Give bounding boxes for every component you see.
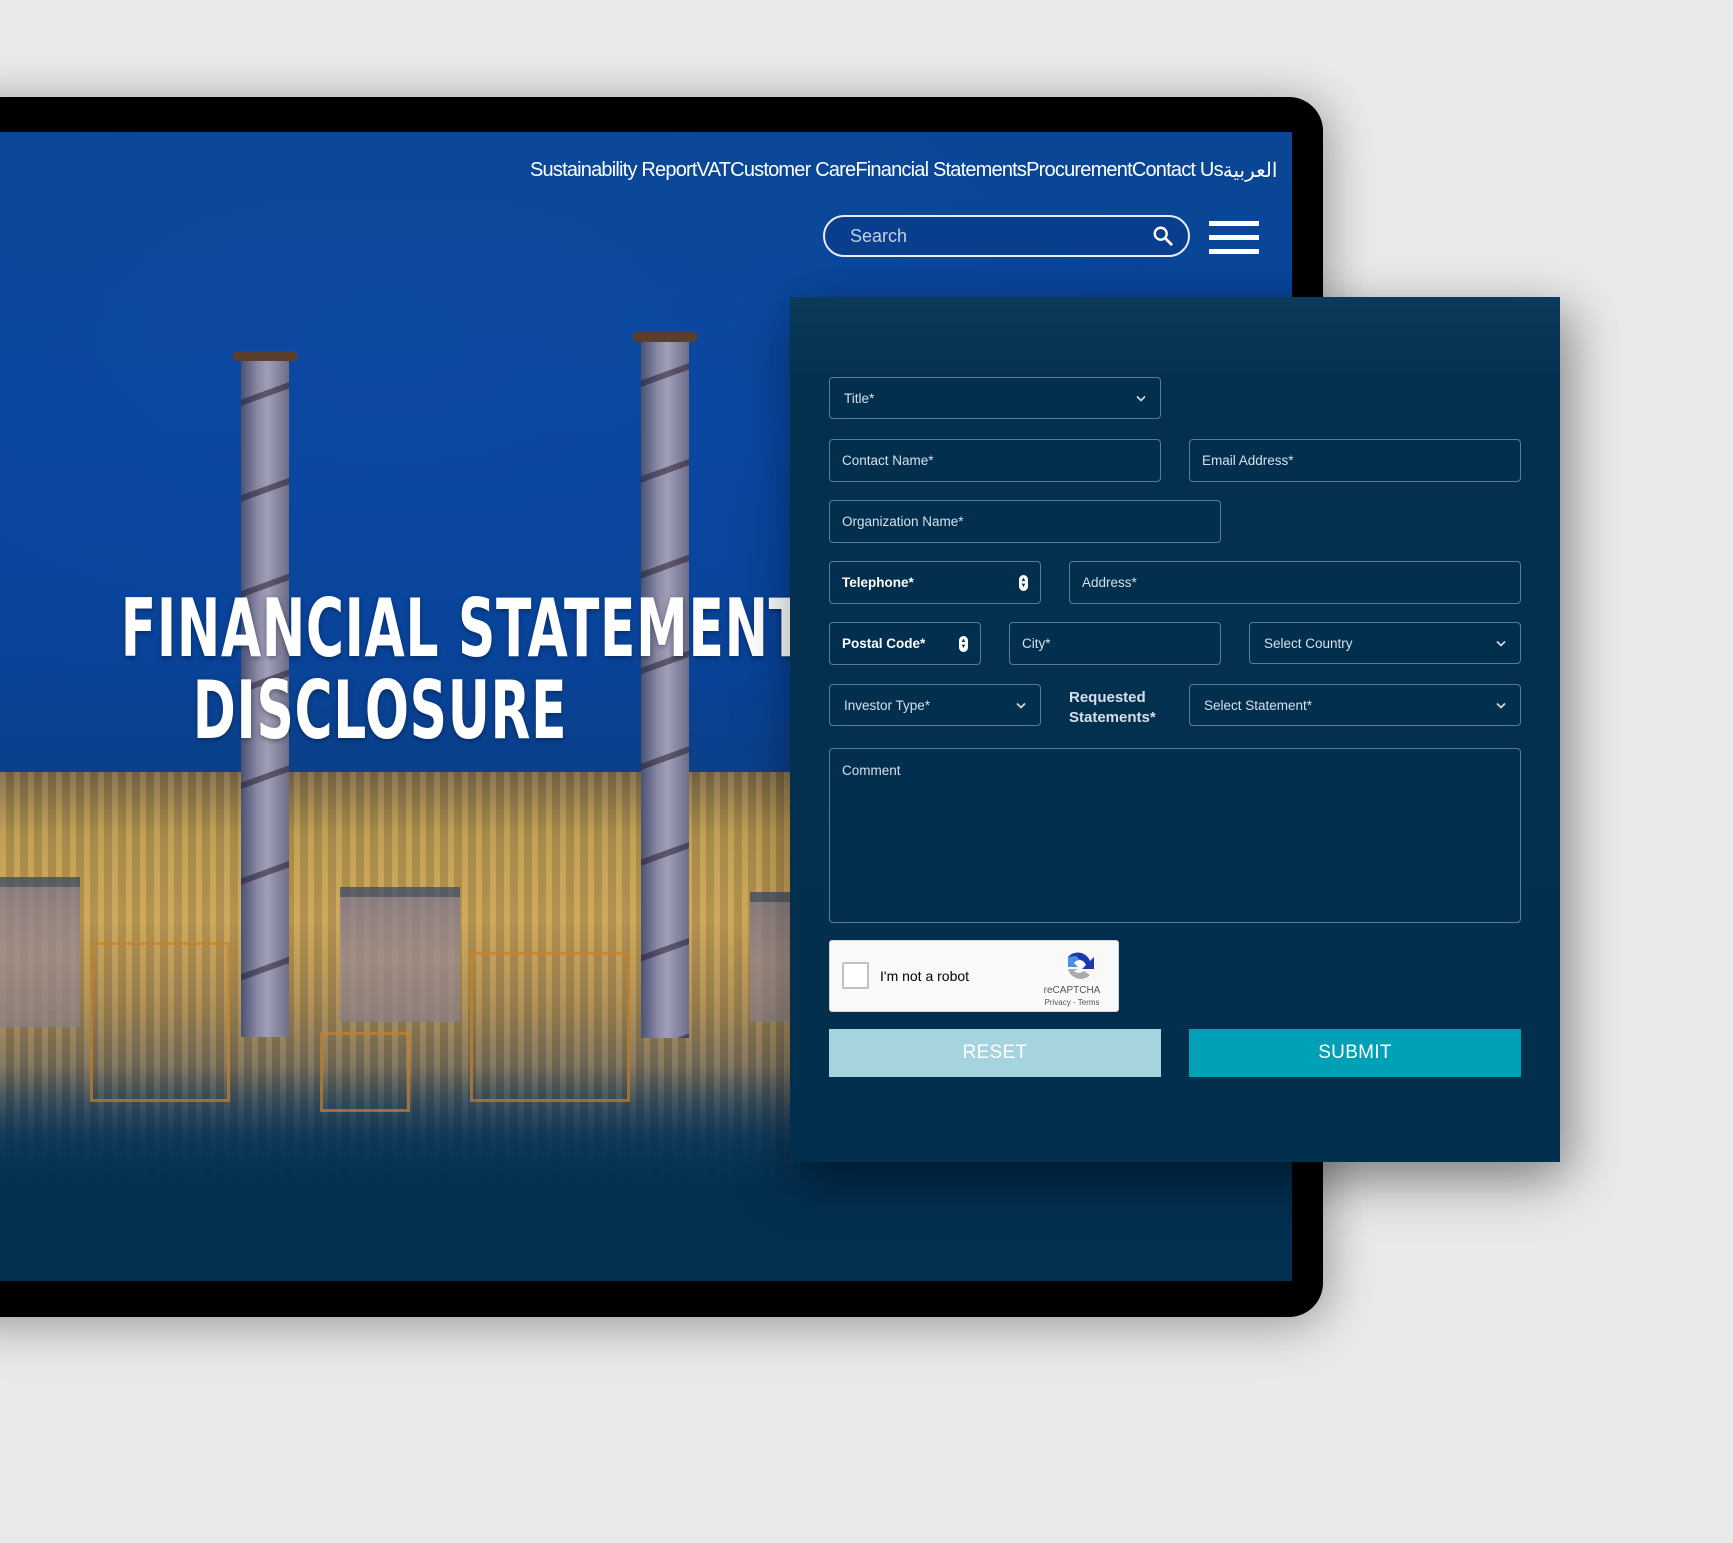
number-spinner-icon[interactable]: ▲ ▼: [959, 635, 968, 652]
plant-building: [0, 877, 80, 1027]
hamburger-menu-icon[interactable]: [1209, 221, 1259, 254]
chevron-down-icon: [1136, 395, 1146, 402]
search-input[interactable]: [850, 225, 1152, 247]
city-input[interactable]: [1022, 636, 1208, 651]
chevron-down-icon: [1016, 702, 1026, 709]
search-box[interactable]: [823, 215, 1190, 257]
organization-name-field[interactable]: [829, 500, 1221, 543]
telephone-input[interactable]: [842, 575, 1019, 590]
title-select-value: Title*: [844, 390, 875, 406]
address-input[interactable]: [1082, 575, 1508, 590]
investor-type-select[interactable]: Investor Type*: [829, 684, 1041, 726]
email-field[interactable]: [1189, 439, 1521, 482]
contact-name-input[interactable]: [842, 453, 1148, 468]
plant-building: [340, 887, 460, 1022]
contact-name-field[interactable]: [829, 439, 1161, 482]
country-select-value: Select Country: [1264, 635, 1353, 651]
plant-scaffold: [90, 942, 230, 1102]
recaptcha-label: I'm not a robot: [880, 968, 970, 984]
investor-type-select-value: Investor Type*: [844, 697, 931, 713]
search-icon[interactable]: [1152, 225, 1174, 247]
chevron-down-icon: [1496, 640, 1506, 647]
number-spinner-icon[interactable]: ▲ ▼: [1019, 574, 1028, 591]
recaptcha-privacy-terms-links[interactable]: Privacy - Terms: [1030, 998, 1114, 1007]
hero-headline: FINANCIAL STATEMENT DISCLOSURE: [20, 582, 805, 757]
reset-button[interactable]: RESET: [829, 1029, 1161, 1077]
organization-name-input[interactable]: [842, 514, 1208, 529]
recaptcha-widget: I'm not a robot reCAPTCHA Privacy - Term…: [829, 940, 1119, 1012]
hero-headline-line2: DISCLOSURE: [192, 664, 568, 757]
nav-link-financial-statements[interactable]: Financial Statements: [855, 159, 1027, 182]
nav-link-sustainability-report[interactable]: Sustainability Report: [530, 159, 697, 182]
statement-select[interactable]: Select Statement*: [1189, 684, 1521, 726]
recaptcha-checkbox[interactable]: [842, 962, 869, 989]
plant-scaffold: [470, 952, 630, 1102]
nav-link-procurement[interactable]: Procurement: [1026, 159, 1133, 182]
requested-statements-label-line2: Statements*: [1069, 709, 1156, 726]
nav-link-customer-care[interactable]: Customer Care: [730, 159, 856, 182]
recaptcha-brand: reCAPTCHA: [1043, 985, 1101, 996]
hamburger-bar: [1209, 235, 1259, 240]
top-navigation: Sustainability Report VAT Customer Care …: [530, 155, 1278, 185]
telephone-field[interactable]: ▲▼: [829, 561, 1041, 604]
city-field[interactable]: [1009, 622, 1221, 665]
plant-scaffold: [320, 1032, 410, 1112]
nav-link-contact-us[interactable]: Contact Us: [1132, 159, 1224, 182]
comment-field[interactable]: [829, 748, 1521, 923]
hamburger-bar: [1209, 221, 1259, 226]
hero-headline-line1: FINANCIAL STATEMENT: [120, 582, 805, 675]
statement-select-value: Select Statement*: [1204, 697, 1313, 713]
hamburger-bar: [1209, 249, 1259, 254]
nav-link-arabic[interactable]: العربية: [1223, 158, 1278, 183]
submit-button[interactable]: SUBMIT: [1189, 1029, 1521, 1077]
email-input[interactable]: [1202, 453, 1508, 468]
nav-link-vat[interactable]: VAT: [697, 159, 731, 182]
recaptcha-logo-icon: [1068, 952, 1094, 979]
requested-statements-label: Requested Statements*: [1069, 688, 1156, 728]
comment-textarea[interactable]: [842, 763, 1508, 903]
postal-code-input[interactable]: [842, 636, 959, 651]
country-select[interactable]: Select Country: [1249, 622, 1521, 664]
chevron-down-icon: [1496, 702, 1506, 709]
postal-code-field[interactable]: ▲▼: [829, 622, 981, 665]
requested-statements-label-line1: Requested: [1069, 689, 1146, 706]
title-select[interactable]: Title*: [829, 377, 1161, 419]
address-field[interactable]: [1069, 561, 1521, 604]
